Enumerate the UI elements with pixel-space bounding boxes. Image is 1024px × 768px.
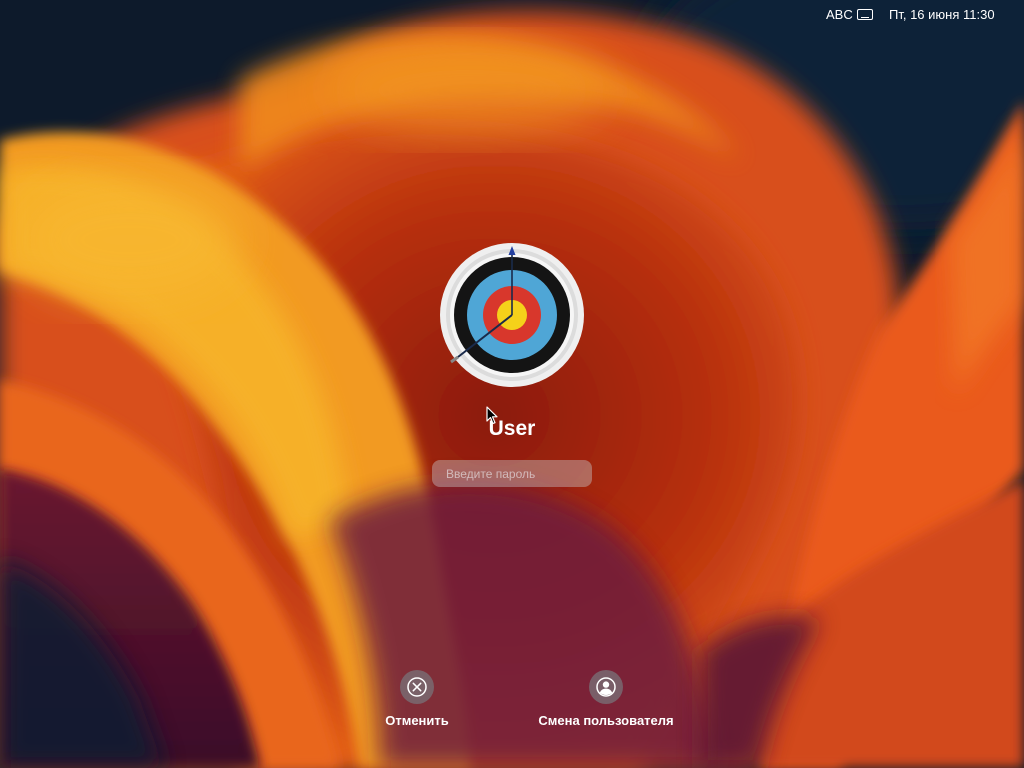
person-icon xyxy=(596,677,616,697)
cancel-label: Отменить xyxy=(385,713,449,728)
menu-clock[interactable]: Пт, 16 июня 11:30 xyxy=(889,7,1009,22)
user-avatar[interactable] xyxy=(440,243,584,387)
cancel-icon-wrapper[interactable] xyxy=(400,670,434,704)
cancel-button[interactable]: Отменить xyxy=(357,670,477,728)
switch-user-icon-wrapper[interactable] xyxy=(589,670,623,704)
switch-user-button[interactable]: Смена пользователя xyxy=(520,670,692,728)
username-label: User xyxy=(488,417,536,440)
password-input[interactable] xyxy=(432,460,592,487)
menu-bar: ABC Пт, 16 июня 11:30 xyxy=(0,0,1024,28)
input-source-label: ABC xyxy=(826,7,853,22)
keyboard-icon xyxy=(856,9,873,20)
input-source-menu[interactable]: ABC xyxy=(826,7,873,22)
close-circle-icon xyxy=(407,677,427,697)
switch-user-label: Смена пользователя xyxy=(538,713,674,728)
archery-target-icon xyxy=(440,243,584,387)
mouse-cursor xyxy=(486,406,498,430)
